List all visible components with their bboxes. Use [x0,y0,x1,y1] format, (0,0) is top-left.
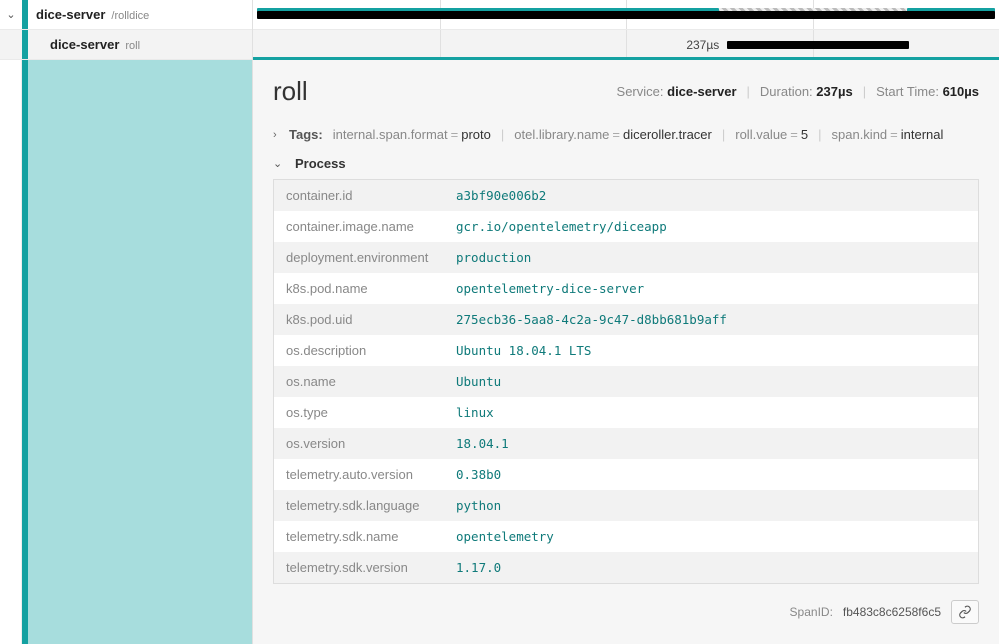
detail-meta: Service: dice-server | Duration: 237µs |… [617,84,979,99]
tags-inline: internal.span.format=proto | otel.library.… [333,127,944,142]
process-key: k8s.pod.uid [286,312,456,327]
tags-section[interactable]: › Tags: internal.span.format=proto | otel.… [273,121,979,148]
process-key: telemetry.auto.version [286,467,456,482]
meta-service-label: Service: [617,84,664,99]
tag-separator: | [818,127,821,142]
span-row-parent[interactable]: ⌄ dice-server /rolldice [0,0,252,30]
process-value: 18.04.1 [456,436,509,451]
process-row: container.image.namegcr.io/opentelemetry… [274,211,978,242]
process-key: telemetry.sdk.version [286,560,456,575]
span-tree-gutter [0,60,252,644]
process-row: telemetry.sdk.version1.17.0 [274,552,978,583]
process-value: production [456,250,531,265]
process-key: telemetry.sdk.language [286,498,456,513]
copy-link-button[interactable] [951,600,979,624]
process-value: Ubuntu [456,374,501,389]
process-key: container.image.name [286,219,456,234]
spanid-value: fb483c8c6258f6c5 [843,605,941,619]
process-value: gcr.io/opentelemetry/diceapp [456,219,667,234]
span-tree: ⌄ dice-server /rolldice dice-server roll [0,0,253,644]
process-value: Ubuntu 18.04.1 LTS [456,343,591,358]
process-value: opentelemetry-dice-server [456,281,644,296]
span-label[interactable]: dice-server /rolldice [28,7,149,22]
spanid-label: SpanID: [790,605,833,619]
process-key: k8s.pod.name [286,281,456,296]
process-row: k8s.pod.nameopentelemetry-dice-server [274,273,978,304]
process-key: container.id [286,188,456,203]
process-row: os.typelinux [274,397,978,428]
process-key: deployment.environment [286,250,456,265]
tag-separator: | [501,127,504,142]
detail-footer: SpanID: fb483c8c6258f6c5 [253,594,999,634]
process-value: linux [456,405,494,420]
service-color-bar [22,30,28,59]
process-row: os.nameUbuntu [274,366,978,397]
tag-item: roll.value=5 [735,127,808,142]
span-duration-label: 237µs [686,38,719,52]
timeline-row-child[interactable]: 237µs [253,30,999,60]
meta-duration-label: Duration: [760,84,813,99]
timeline-and-detail: 237µs roll Service: dice-server | Durati… [253,0,999,644]
process-key: os.name [286,374,456,389]
process-label: Process [295,156,346,171]
service-name: dice-server [36,7,105,22]
process-key: os.description [286,343,456,358]
detail-header: roll Service: dice-server | Duration: 23… [253,60,999,121]
process-section-header[interactable]: ⌄ Process [273,148,979,179]
process-row: container.ida3bf90e006b2 [274,180,978,211]
span-bar [727,41,910,49]
tag-item: otel.library.name=diceroller.tracer [514,127,712,142]
operation-name: roll [125,40,140,52]
span-detail-panel: roll Service: dice-server | Duration: 23… [253,60,999,644]
process-value: 275ecb36-5aa8-4c2a-9c47-d8bb681b9aff [456,312,727,327]
process-row: deployment.environmentproduction [274,242,978,273]
process-value: 0.38b0 [456,467,501,482]
process-key: os.type [286,405,456,420]
process-row: telemetry.sdk.languagepython [274,490,978,521]
span-label[interactable]: dice-server roll [50,37,140,52]
chevron-down-icon[interactable]: ⌄ [273,157,289,170]
meta-start-label: Start Time: [876,84,939,99]
process-value: 1.17.0 [456,560,501,575]
process-table: container.ida3bf90e006b2container.image.… [273,179,979,584]
process-key: telemetry.sdk.name [286,529,456,544]
operation-name: /rolldice [111,10,149,22]
tag-item: internal.span.format=proto [333,127,491,142]
meta-start-value: 610µs [943,84,979,99]
process-row: os.version18.04.1 [274,428,978,459]
process-value: a3bf90e006b2 [456,188,546,203]
tag-item: span.kind=internal [832,127,944,142]
process-value: opentelemetry [456,529,554,544]
chevron-down-icon[interactable]: ⌄ [0,8,22,21]
tag-separator: | [722,127,725,142]
meta-duration-value: 237µs [816,84,852,99]
span-row-child[interactable]: dice-server roll [0,30,252,60]
process-row: os.descriptionUbuntu 18.04.1 LTS [274,335,978,366]
meta-service-value: dice-server [667,84,736,99]
process-row: k8s.pod.uid275ecb36-5aa8-4c2a-9c47-d8bb6… [274,304,978,335]
link-icon [958,605,972,619]
process-row: telemetry.sdk.nameopentelemetry [274,521,978,552]
service-name: dice-server [50,37,119,52]
timeline-row-parent[interactable] [253,0,999,30]
process-value: python [456,498,501,513]
process-row: telemetry.auto.version0.38b0 [274,459,978,490]
process-key: os.version [286,436,456,451]
chevron-right-icon[interactable]: › [273,129,289,141]
tags-label: Tags: [289,127,323,142]
span-bar [257,11,994,19]
detail-title: roll [273,76,607,107]
